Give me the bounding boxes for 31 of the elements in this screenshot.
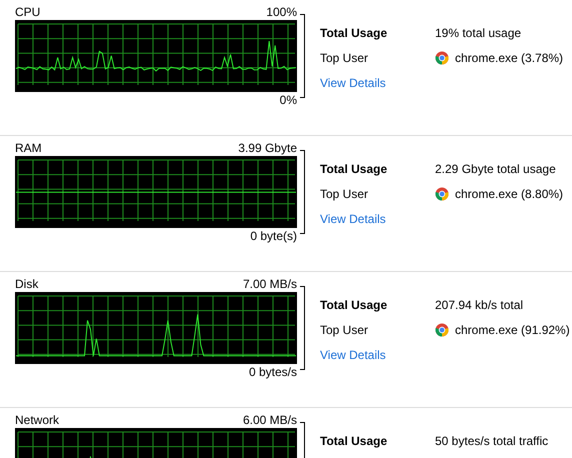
stat-value: 207.94 kb/s total — [435, 298, 524, 312]
section-title: CPU — [15, 5, 40, 20]
app-icon — [435, 322, 449, 336]
section-title: RAM — [15, 141, 42, 156]
max-label: 7.00 MB/s — [242, 277, 297, 292]
section-title: Disk — [15, 277, 38, 292]
stat-label: Total Usage — [320, 298, 388, 312]
view-details-link[interactable]: View Details — [320, 348, 570, 362]
stat-label: Total Usage — [320, 434, 388, 448]
stat-label: Top User — [320, 50, 370, 64]
min-label: 0 bytes/s — [248, 365, 297, 380]
view-details-link[interactable]: View Details — [320, 76, 564, 90]
max-label: 6.00 MB/s — [242, 413, 297, 428]
max-label: 3.99 Gbyte — [238, 141, 297, 156]
max-label: 100% — [266, 5, 297, 20]
stat-value: 50 bytes/s total traffic — [435, 434, 548, 448]
stat-value: chrome.exe (91.92%) — [455, 322, 570, 336]
stat-label: Total Usage — [320, 26, 388, 40]
view-details-link[interactable]: View Details — [320, 212, 564, 226]
stat-label: Top User — [320, 322, 370, 336]
section-title: Network — [15, 413, 60, 428]
min-label: 0% — [280, 93, 297, 108]
stat-label: Total Usage — [320, 162, 388, 176]
stat-value: 2.29 Gbyte total usage — [435, 162, 557, 176]
min-label: 0 byte(s) — [250, 229, 297, 244]
app-icon — [435, 186, 449, 200]
stat-value: chrome.exe (8.80%) — [455, 186, 564, 200]
stat-value: chrome.exe (3.78%) — [455, 50, 564, 64]
app-icon — [435, 50, 449, 64]
stat-label: Top User — [320, 186, 370, 200]
stat-value: 19% total usage — [435, 26, 522, 40]
